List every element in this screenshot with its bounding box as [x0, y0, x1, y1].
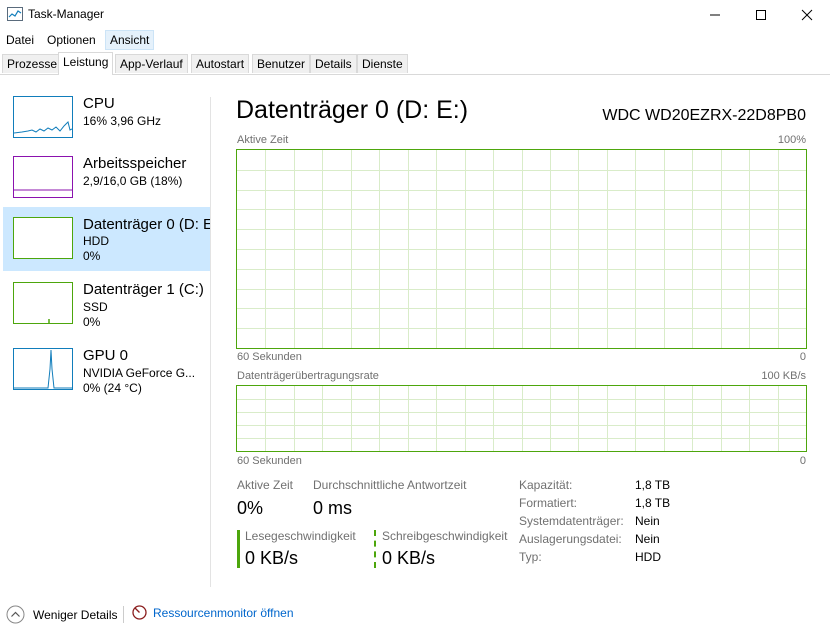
- sidebar-item-disk-0[interactable]: Datenträger 0 (D: E:) HDD 0%: [3, 207, 210, 271]
- sidebar-item-gpu-0[interactable]: GPU 0 NVIDIA GeForce G... 0% (24 °C): [3, 342, 210, 406]
- prop-capacity-label: Kapazität:: [519, 478, 573, 492]
- fewer-details-label: Weniger Details: [33, 607, 118, 622]
- active-time-value: 0%: [237, 498, 264, 518]
- graph-grid: [237, 386, 806, 451]
- tab-dienste[interactable]: Dienste: [357, 54, 408, 73]
- read-speed-value: 0 KB/s: [245, 548, 299, 568]
- tab-prozesse[interactable]: Prozesse: [2, 54, 63, 73]
- sidebar-item-usage: 0%: [83, 315, 101, 329]
- sidebar-item-type: HDD: [83, 234, 109, 248]
- minimize-button[interactable]: [692, 0, 738, 30]
- menu-ansicht[interactable]: Ansicht: [105, 30, 155, 50]
- memory-thumbnail-graph: [13, 156, 73, 198]
- close-button[interactable]: [784, 0, 830, 30]
- prop-formatted-label: Formatiert:: [519, 496, 578, 510]
- prop-system-disk-label: Systemdatenträger:: [519, 514, 624, 528]
- close-icon: [801, 9, 813, 21]
- menu-optionen[interactable]: Optionen: [43, 31, 100, 49]
- disk0-thumbnail-graph: [13, 217, 73, 259]
- graph2-time: 60 Sekunden: [237, 455, 302, 467]
- prop-pagefile-label: Auslagerungsdatei:: [519, 532, 622, 546]
- prop-type-label: Typ:: [519, 550, 542, 564]
- graph2-min: 0: [799, 455, 806, 467]
- sidebar-divider: [210, 97, 211, 587]
- sidebar-item-cpu[interactable]: CPU 16% 3,96 GHz: [3, 90, 210, 154]
- minimize-icon: [710, 14, 720, 16]
- prop-capacity-value: 1,8 TB: [635, 478, 671, 492]
- tab-leistung[interactable]: Leistung: [58, 52, 114, 75]
- resource-monitor-link[interactable]: Ressourcenmonitor öffnen: [132, 605, 294, 620]
- read-speed-label: Lesegeschwindigkeit: [245, 529, 356, 543]
- sidebar-item-title: GPU 0: [83, 347, 129, 364]
- maximize-icon: [756, 10, 766, 20]
- sidebar-item-usage: 0%: [83, 249, 101, 263]
- window-title: Task-Manager: [28, 7, 105, 21]
- sidebar-item-title: Datenträger 1 (C:): [83, 281, 204, 298]
- write-speed-value: 0 KB/s: [382, 548, 436, 568]
- task-manager-icon: [7, 7, 23, 21]
- graph1-time: 60 Sekunden: [237, 351, 302, 363]
- fewer-details-button[interactable]: Weniger Details: [6, 605, 117, 624]
- cpu-thumbnail-graph: [13, 96, 73, 138]
- resource-monitor-label: Ressourcenmonitor öffnen: [153, 605, 294, 620]
- sidebar-item-disk-1[interactable]: Datenträger 1 (C:) SSD 0%: [3, 276, 210, 340]
- graph1-label: Aktive Zeit: [237, 134, 289, 146]
- sidebar-item-type: SSD: [83, 300, 108, 314]
- tab-details[interactable]: Details: [310, 54, 357, 73]
- response-time-label: Durchschnittliche Antwortzeit: [313, 478, 467, 492]
- gpu-thumbnail-graph: [13, 348, 73, 390]
- sidebar-item-title: CPU: [83, 95, 115, 112]
- active-time-label: Aktive Zeit: [237, 478, 294, 492]
- page-title: Datenträger 0 (D: E:): [236, 96, 469, 124]
- prop-formatted-value: 1,8 TB: [635, 496, 671, 510]
- write-speed-label: Schreibgeschwindigkeit: [382, 529, 508, 543]
- footer: Weniger Details Ressourcenmonitor öffnen: [0, 600, 830, 630]
- graph2-max: 100 KB/s: [761, 370, 806, 382]
- disk1-thumbnail-graph: [13, 282, 73, 324]
- graph2-label: Datenträgerübertragungsrate: [237, 370, 379, 382]
- prop-pagefile-value: Nein: [635, 532, 660, 546]
- active-time-graph: [236, 149, 807, 349]
- write-indicator-bar: [374, 530, 376, 568]
- graph1-max: 100%: [777, 134, 806, 146]
- sidebar-item-detail: NVIDIA GeForce G...: [83, 366, 196, 380]
- read-indicator-bar: [237, 530, 240, 568]
- disk-model: WDC WD20EZRX-22D8PB0: [602, 107, 806, 124]
- sidebar-item-title: Arbeitsspeicher: [83, 155, 187, 172]
- title-bar: Task-Manager: [0, 0, 830, 30]
- tab-benutzer[interactable]: Benutzer: [252, 54, 311, 73]
- tab-bar: Prozesse Leistung App-Verlauf Autostart …: [0, 52, 830, 75]
- transfer-rate-graph: [236, 385, 807, 452]
- sidebar-item-detail: 2,9/16,0 GB (18%): [83, 174, 183, 188]
- response-time-value: 0 ms: [313, 498, 353, 518]
- sidebar-item-temp: 0% (24 °C): [83, 381, 142, 395]
- maximize-button[interactable]: [738, 0, 784, 30]
- menu-bar: Datei Optionen Ansicht: [0, 30, 830, 50]
- resource-monitor-icon: [132, 605, 147, 620]
- sidebar-item-title: Datenträger 0 (D: E:): [83, 216, 210, 233]
- prop-system-disk-value: Nein: [635, 514, 660, 528]
- menu-datei[interactable]: Datei: [2, 31, 38, 49]
- sidebar-item-detail: 16% 3,96 GHz: [83, 114, 162, 128]
- graph-grid: [237, 150, 806, 348]
- tab-autostart[interactable]: Autostart: [191, 54, 250, 73]
- sidebar-item-memory[interactable]: Arbeitsspeicher 2,9/16,0 GB (18%): [3, 150, 210, 214]
- prop-type-value: HDD: [635, 550, 661, 564]
- chevron-up-circle-icon: [6, 605, 25, 624]
- tab-app-verlauf[interactable]: App-Verlauf: [115, 54, 188, 73]
- graph1-min: 0: [799, 351, 806, 363]
- footer-divider: [123, 606, 124, 623]
